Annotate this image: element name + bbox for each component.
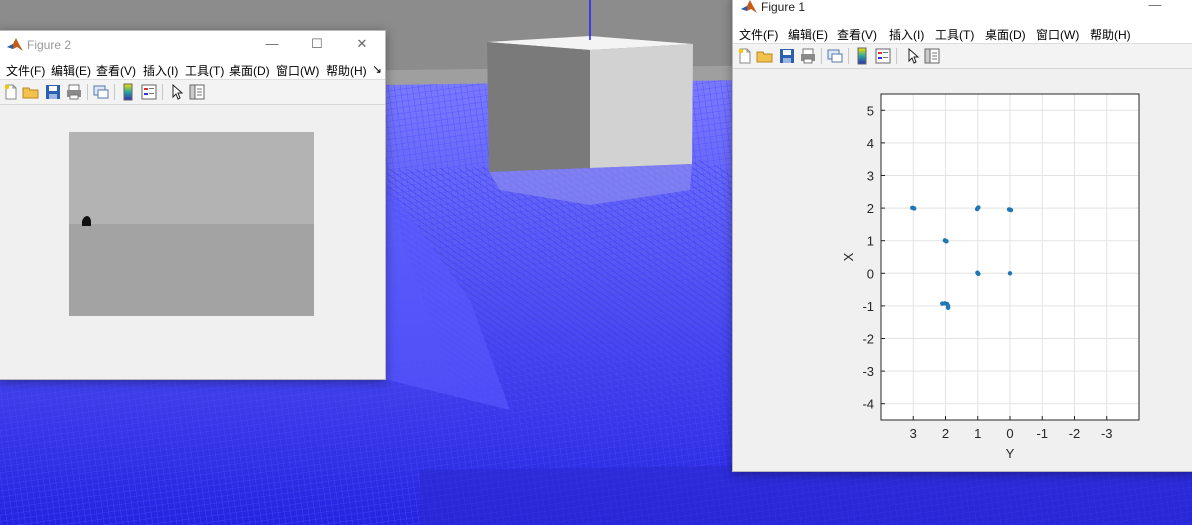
data-point bbox=[910, 205, 915, 210]
colorbar-icon[interactable] bbox=[853, 47, 871, 65]
cube-left-face bbox=[487, 42, 590, 172]
menu-help[interactable]: 帮助(H) bbox=[1090, 26, 1131, 43]
data-point bbox=[1006, 207, 1012, 212]
y-tick-label: 2 bbox=[867, 201, 874, 216]
menu-window[interactable]: 窗口(W) bbox=[1036, 26, 1079, 43]
figure2-menubar: 文件(F) 编辑(E) 查看(V) 插入(I) 工具(T) 桌面(D) 窗口(W… bbox=[0, 59, 385, 79]
figure2-toolbar bbox=[0, 79, 385, 105]
menu-view[interactable]: 查看(V) bbox=[96, 62, 136, 79]
menu-tools[interactable]: 工具(T) bbox=[935, 26, 974, 43]
colorbar-icon[interactable] bbox=[119, 83, 137, 101]
open-folder-icon[interactable] bbox=[756, 47, 774, 65]
minimize-button[interactable]: — bbox=[1145, 0, 1165, 14]
figure1-titlebar[interactable]: Figure 1 — bbox=[733, 0, 1192, 23]
menu-overflow-icon[interactable]: ↘ bbox=[372, 62, 382, 76]
menu-window[interactable]: 窗口(W) bbox=[276, 62, 319, 79]
figure2-content bbox=[0, 105, 385, 379]
data-point bbox=[945, 305, 951, 311]
menu-tools[interactable]: 工具(T) bbox=[185, 62, 224, 79]
camera-image[interactable] bbox=[69, 132, 314, 316]
x-tick-label: -1 bbox=[1036, 426, 1048, 441]
menu-file[interactable]: 文件(F) bbox=[739, 26, 778, 43]
print-icon[interactable] bbox=[799, 47, 817, 65]
minimize-button[interactable]: — bbox=[262, 35, 282, 53]
pointer-icon[interactable] bbox=[904, 47, 922, 65]
menu-help[interactable]: 帮助(H) bbox=[326, 62, 367, 79]
legend-icon[interactable] bbox=[874, 47, 892, 65]
grid bbox=[881, 94, 1139, 420]
data-point bbox=[1007, 271, 1013, 276]
menu-desktop[interactable]: 桌面(D) bbox=[985, 26, 1026, 43]
menu-view[interactable]: 查看(V) bbox=[837, 26, 877, 43]
y-tick-label: 5 bbox=[867, 103, 874, 118]
toolbar-separator bbox=[162, 84, 163, 100]
property-editor-icon[interactable] bbox=[923, 47, 941, 65]
figure1-window: Figure 1 — 文件(F) 编辑(E) 查看(V) 插入(I) 工具(T)… bbox=[732, 0, 1192, 472]
x-tick-label: 3 bbox=[910, 426, 917, 441]
open-folder-icon[interactable] bbox=[22, 83, 40, 101]
data-point bbox=[942, 238, 948, 243]
image-floor bbox=[69, 224, 314, 316]
matlab-logo-icon bbox=[7, 38, 23, 51]
new-file-icon[interactable] bbox=[2, 83, 20, 101]
toolbar-separator bbox=[821, 48, 822, 64]
close-button[interactable]: ✕ bbox=[352, 35, 372, 53]
x-tick-label: 0 bbox=[1006, 426, 1013, 441]
x-tick-label: -3 bbox=[1101, 426, 1113, 441]
property-editor-icon[interactable] bbox=[188, 83, 206, 101]
y-axis-label: X bbox=[841, 252, 856, 261]
matlab-logo-icon bbox=[741, 0, 757, 13]
menu-file[interactable]: 文件(F) bbox=[6, 62, 45, 79]
figure1-menubar: 文件(F) 编辑(E) 查看(V) 插入(I) 工具(T) 桌面(D) 窗口(W… bbox=[733, 23, 1192, 43]
y-tick-label: -4 bbox=[862, 397, 874, 412]
x-tick-label: -2 bbox=[1069, 426, 1081, 441]
pointer-icon[interactable] bbox=[168, 83, 186, 101]
toolbar-separator bbox=[848, 48, 849, 64]
y-tick-label: 1 bbox=[867, 234, 874, 249]
menu-desktop[interactable]: 桌面(D) bbox=[229, 62, 270, 79]
figure1-toolbar bbox=[733, 43, 1192, 69]
maximize-button[interactable]: ☐ bbox=[307, 35, 327, 53]
save-icon[interactable] bbox=[44, 83, 62, 101]
window-title: Figure 1 bbox=[761, 0, 806, 14]
figure2-window: Figure 2 — ☐ ✕ 文件(F) 编辑(E) 查看(V) 插入(I) 工… bbox=[0, 30, 386, 380]
data-point bbox=[976, 205, 981, 210]
y-tick-label: 3 bbox=[867, 169, 874, 184]
legend-icon[interactable] bbox=[140, 83, 158, 101]
data-point bbox=[975, 270, 980, 275]
toolbar-separator bbox=[87, 84, 88, 100]
cube-right-face bbox=[590, 44, 693, 168]
y-tick-label: 0 bbox=[867, 266, 874, 281]
menu-insert[interactable]: 插入(I) bbox=[143, 62, 178, 79]
y-tick-label: -3 bbox=[862, 364, 874, 379]
scatter-plot[interactable]: 3 2 1 0 -1 -2 -3 5 4 3 2 1 0 -1 -2 -3 -4 Y X bbox=[733, 69, 1192, 471]
link-figure-icon[interactable] bbox=[92, 83, 110, 101]
y-tick-label: -2 bbox=[862, 332, 874, 347]
new-file-icon[interactable] bbox=[736, 47, 754, 65]
figure2-titlebar[interactable]: Figure 2 — ☐ ✕ bbox=[0, 31, 385, 59]
menu-edit[interactable]: 编辑(E) bbox=[51, 62, 91, 79]
link-figure-icon[interactable] bbox=[826, 47, 844, 65]
x-tick-label: 2 bbox=[942, 426, 949, 441]
window-title: Figure 2 bbox=[27, 38, 72, 52]
image-sky bbox=[69, 132, 314, 224]
x-tick-label: 1 bbox=[974, 426, 981, 441]
save-icon[interactable] bbox=[778, 47, 796, 65]
menu-insert[interactable]: 插入(I) bbox=[889, 26, 924, 43]
print-icon[interactable] bbox=[65, 83, 83, 101]
y-tick-label: 4 bbox=[867, 136, 874, 151]
menu-edit[interactable]: 编辑(E) bbox=[788, 26, 828, 43]
toolbar-separator bbox=[896, 48, 897, 64]
y-tick-label: -1 bbox=[862, 299, 874, 314]
x-axis-label: Y bbox=[1006, 446, 1015, 461]
figure1-content: 3 2 1 0 -1 -2 -3 5 4 3 2 1 0 -1 -2 -3 -4 Y X bbox=[733, 69, 1192, 471]
toolbar-separator bbox=[114, 84, 115, 100]
